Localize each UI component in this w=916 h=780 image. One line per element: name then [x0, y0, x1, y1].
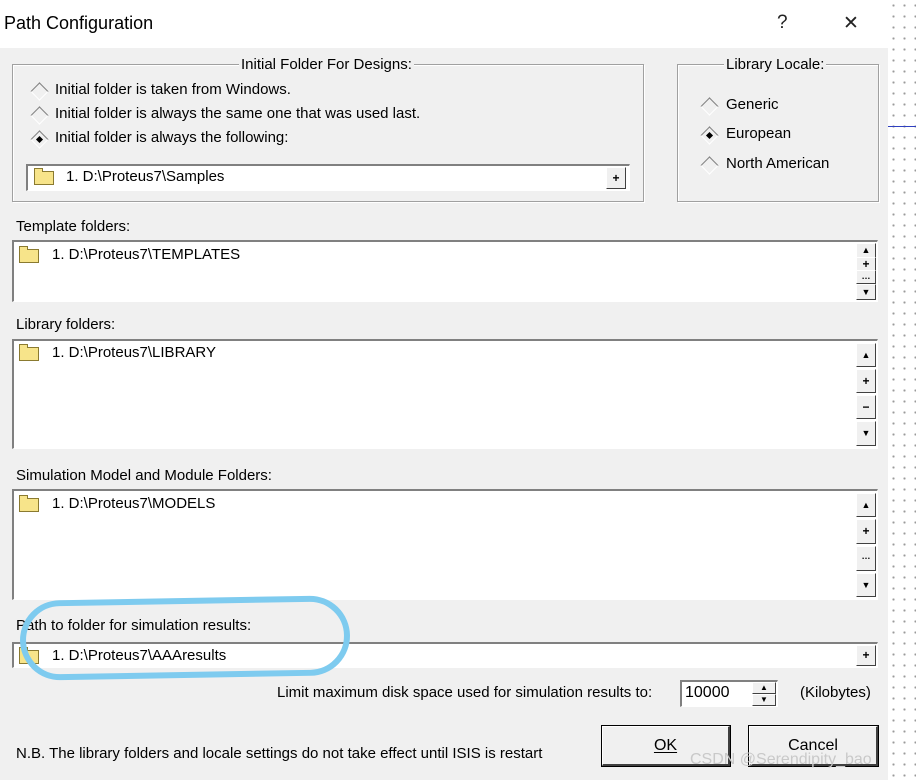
disk-limit-label: Limit maximum disk space used for simula…: [277, 684, 653, 701]
library-folders-label: Library folders:: [16, 316, 116, 333]
initial-folder-add-button[interactable]: +: [606, 167, 626, 189]
folder-icon: [19, 344, 39, 361]
radio-locale-european-label: European: [726, 125, 792, 142]
library-add-button[interactable]: +: [856, 369, 876, 393]
radio-windows-folder-label: Initial folder is taken from Windows.: [55, 81, 291, 98]
background-canvas: [888, 0, 916, 780]
model-scroll-up-button[interactable]: ▲: [856, 493, 876, 517]
library-remove-button[interactable]: −: [856, 395, 876, 419]
initial-folder-path: 1. D:\Proteus7\Samples: [66, 168, 225, 185]
template-folders-label: Template folders:: [16, 218, 131, 235]
template-scroll-down-button[interactable]: ▼: [856, 284, 876, 300]
ok-button-label: OK: [653, 737, 678, 754]
model-add-button[interactable]: +: [856, 519, 876, 544]
model-edit-button[interactable]: …: [856, 546, 876, 571]
model-folders-label: Simulation Model and Module Folders:: [16, 467, 272, 484]
restart-note: N.B. The library folders and locale sett…: [16, 745, 543, 762]
watermark: CSDN @Serendipity_bao: [690, 751, 872, 768]
folder-icon: [34, 168, 54, 185]
initial-folder-group-title: Initial Folder For Designs:: [239, 56, 414, 73]
radio-last-used-folder-label: Initial folder is always the same one th…: [55, 105, 421, 122]
model-folder-item[interactable]: 1. D:\Proteus7\MODELS: [52, 495, 215, 512]
disk-limit-value: 10000: [685, 684, 730, 701]
template-edit-button[interactable]: …: [856, 270, 876, 284]
help-button[interactable]: ?: [777, 12, 788, 34]
disk-limit-unit: (Kilobytes): [800, 684, 871, 701]
folder-icon: [19, 246, 39, 263]
radio-locale-north-american-label: North American: [726, 155, 830, 172]
library-scroll-down-button[interactable]: ▼: [856, 421, 876, 446]
results-folder-add-button[interactable]: +: [856, 645, 876, 666]
radio-locale-generic-label: Generic: [726, 96, 779, 113]
template-add-button[interactable]: +: [856, 257, 876, 271]
template-scroll-up-button[interactable]: ▲: [856, 243, 876, 258]
model-scroll-down-button[interactable]: ▼: [856, 573, 876, 597]
disk-limit-decrement[interactable]: ▼: [752, 694, 776, 706]
template-folder-item[interactable]: 1. D:\Proteus7\TEMPLATES: [52, 246, 240, 263]
highlight-annotation: [19, 595, 351, 681]
library-locale-group-title: Library Locale:: [724, 56, 827, 73]
title-bar: Path Configuration ? ✕: [0, 0, 888, 48]
close-button[interactable]: ✕: [843, 12, 859, 35]
disk-limit-increment[interactable]: ▲: [752, 682, 776, 694]
library-scroll-up-button[interactable]: ▲: [856, 343, 876, 367]
background-wire: [888, 126, 916, 127]
window-title: Path Configuration: [4, 13, 154, 33]
library-folder-item[interactable]: 1. D:\Proteus7\LIBRARY: [52, 344, 216, 361]
radio-fixed-folder-label: Initial folder is always the following:: [55, 129, 289, 146]
folder-icon: [19, 495, 39, 512]
